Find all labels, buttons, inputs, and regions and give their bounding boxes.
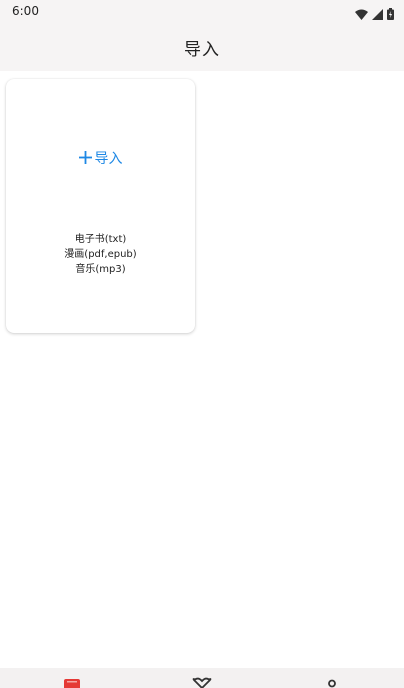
wifi-icon <box>355 5 368 24</box>
import-card[interactable]: 导入 电子书(txt) 漫画(pdf,epub) 音乐(mp3) <box>6 79 195 333</box>
main-content: 导入 电子书(txt) 漫画(pdf,epub) 音乐(mp3) <box>0 71 404 668</box>
status-icons <box>355 5 394 24</box>
format-music: 音乐(mp3) <box>75 264 126 275</box>
page-title: 导入 <box>184 39 220 60</box>
cellular-signal-icon <box>372 5 383 24</box>
bottom-navigation <box>0 668 404 688</box>
supported-formats: 电子书(txt) 漫画(pdf,epub) 音乐(mp3) <box>6 232 195 277</box>
status-bar: 6:00 <box>0 0 404 23</box>
heart-icon <box>192 668 212 688</box>
book-icon <box>63 668 81 688</box>
nav-item-profile[interactable] <box>312 668 352 688</box>
format-ebook: 电子书(txt) <box>74 234 127 245</box>
nav-item-favorites[interactable] <box>182 668 222 688</box>
person-icon <box>323 668 341 688</box>
import-button-label: 导入 <box>94 150 123 167</box>
plus-icon <box>78 149 92 168</box>
import-button[interactable]: 导入 <box>6 149 195 168</box>
nav-item-library[interactable] <box>52 668 92 688</box>
app-bar: 导入 <box>0 23 404 71</box>
format-comic: 漫画(pdf,epub) <box>64 249 137 260</box>
status-time: 6:00 <box>12 4 39 18</box>
battery-icon <box>387 5 394 24</box>
